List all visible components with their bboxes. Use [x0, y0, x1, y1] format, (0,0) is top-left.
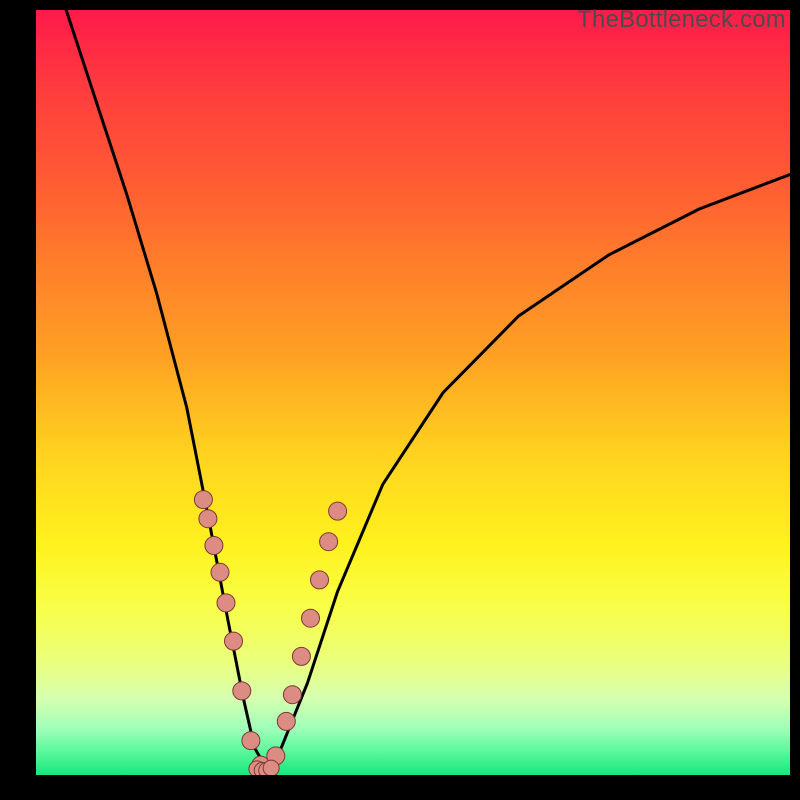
- chart-svg: [36, 10, 790, 775]
- data-marker: [283, 686, 301, 704]
- data-marker: [242, 732, 260, 750]
- curve-layer: [66, 10, 790, 767]
- data-marker: [263, 760, 279, 775]
- data-marker: [199, 510, 217, 528]
- data-marker: [329, 502, 347, 520]
- bottleneck-curve: [66, 10, 790, 767]
- data-marker: [292, 647, 310, 665]
- plot-area: [36, 10, 790, 775]
- data-marker: [217, 594, 235, 612]
- data-marker: [320, 533, 338, 551]
- data-marker: [225, 632, 243, 650]
- data-marker: [233, 682, 251, 700]
- data-marker: [311, 571, 329, 589]
- data-marker: [211, 563, 229, 581]
- data-marker: [277, 712, 295, 730]
- watermark-text: TheBottleneck.com: [577, 6, 786, 34]
- data-marker: [302, 609, 320, 627]
- chart-stage: TheBottleneck.com: [0, 0, 800, 800]
- data-marker: [194, 491, 212, 509]
- data-marker: [205, 537, 223, 555]
